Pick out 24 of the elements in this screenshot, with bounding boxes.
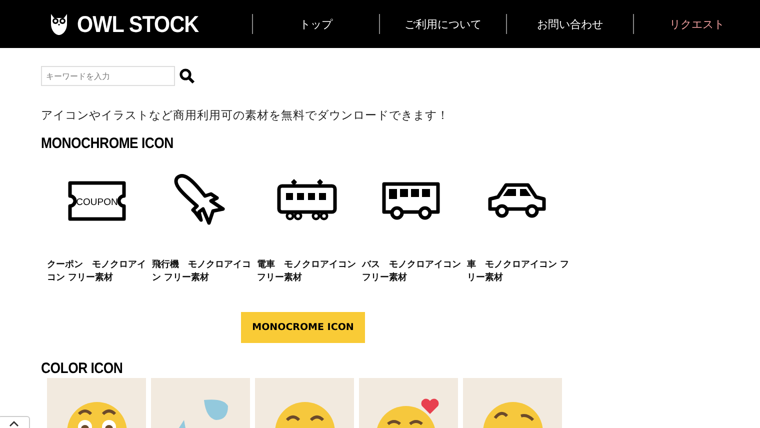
icon-caption-link[interactable]: クーポン モノクロアイコン フリー素材	[47, 258, 151, 284]
nav-link[interactable]: お問い合わせ	[506, 14, 633, 34]
bus-icon	[381, 180, 443, 222]
color-icon-card[interactable]	[359, 378, 458, 428]
search-icon[interactable]	[179, 68, 195, 84]
section-heading: COLOR ICON	[41, 360, 124, 377]
search-field[interactable]: キーワードを入力	[41, 66, 175, 86]
site-logo[interactable]: OWL STOCK	[77, 10, 199, 38]
icon-caption-link[interactable]: 電車 モノクロアイコンフリー素材	[257, 258, 361, 284]
icon-caption-link[interactable]: バス モノクロアイコンフリー素材	[362, 258, 466, 284]
tagline-text: アイコンやイラストなど商用利用可の素材を無料でダウンロードできます！	[41, 108, 450, 123]
nav-link[interactable]: ご利用について	[379, 14, 506, 34]
icon-caption-link[interactable]: 車 モノクロアイコン フリー素材	[467, 258, 571, 284]
chevron-up-icon	[9, 421, 19, 427]
coupon-ticket-icon: COUPON	[66, 180, 128, 222]
color-icon-card[interactable]	[47, 378, 146, 428]
nav-link[interactable]: トップ	[252, 14, 379, 34]
icon-caption-link[interactable]: 飛行機 モノクロアイコン フリー素材	[152, 258, 256, 284]
color-icon-card[interactable]	[463, 378, 562, 428]
nav-link[interactable]: リクエスト	[633, 14, 760, 34]
monochrome-icon-button[interactable]: MONOCROME ICON	[241, 312, 365, 343]
color-icon-card[interactable]	[255, 378, 354, 428]
section-heading: MONOCHROME ICON	[41, 135, 174, 152]
color-icon-card[interactable]	[151, 378, 250, 428]
